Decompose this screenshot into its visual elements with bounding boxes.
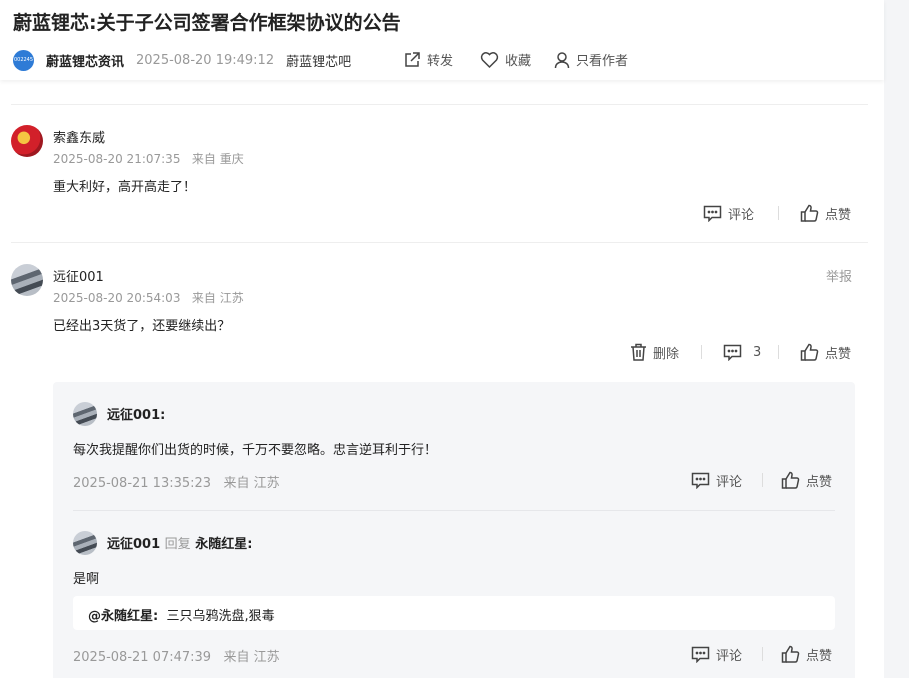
divider	[73, 510, 835, 511]
comment-location: 来自 江苏	[191, 291, 244, 305]
author-logo[interactable]: 002245	[13, 49, 34, 71]
comment-button[interactable]: 3	[723, 342, 761, 362]
author-only-label: 只看作者	[576, 54, 629, 69]
divider	[11, 104, 868, 105]
page-title: 蔚蓝锂芯:关于子公司签署合作框架协议的公告	[13, 12, 401, 34]
divider	[11, 242, 868, 243]
comment-label: 评论	[716, 648, 743, 664]
share-button[interactable]: 转发	[403, 50, 453, 69]
avatar[interactable]	[11, 125, 43, 157]
reply-meta: 2025-08-21 07:47:39 来自 江苏	[73, 646, 280, 665]
reply-content: 是啊	[73, 572, 100, 587]
page: 蔚蓝锂芯:关于子公司签署合作框架协议的公告 002245 蔚蓝锂芯资讯 2025…	[0, 0, 909, 678]
scrollbar-track[interactable]	[884, 0, 909, 678]
comment-icon	[691, 646, 710, 663]
like-label: 点赞	[806, 648, 833, 664]
logo-text: 002245	[13, 57, 34, 63]
like-label: 点赞	[825, 207, 852, 223]
comment-content: 已经出3天货了，还要继续出？	[53, 319, 231, 334]
comment-username[interactable]: 索鑫东威	[53, 127, 105, 146]
report-link[interactable]: 举报	[826, 266, 852, 285]
comment-icon	[691, 472, 710, 489]
delete-label: 删除	[653, 346, 680, 362]
comment-location: 来自 重庆	[191, 152, 244, 166]
comment-icon	[703, 205, 722, 222]
comment-time: 2025-08-20 21:07:35	[53, 152, 181, 166]
thumbs-up-icon	[781, 645, 800, 663]
reply-content: 每次我提醒你们出货的时候，千万不要忽略。忠言逆耳利于行！	[73, 443, 438, 458]
avatar[interactable]	[11, 264, 43, 296]
thumbs-up-icon	[800, 204, 819, 222]
reply-target-username[interactable]: 永随红星:	[195, 537, 252, 552]
comment-count: 3	[753, 344, 762, 360]
avatar[interactable]	[73, 531, 97, 555]
like-label: 点赞	[825, 346, 852, 362]
thumbs-up-icon	[781, 471, 800, 489]
comment-label: 评论	[716, 474, 743, 490]
comment-username[interactable]: 远征001	[53, 266, 104, 285]
bar-link[interactable]: 蔚蓝锂芯吧	[286, 51, 351, 70]
reply-meta: 2025-08-21 13:35:23 来自 江苏	[73, 472, 280, 491]
quoted-text: @永随红星: 三只乌鸦洗盘,狠毒	[88, 605, 275, 624]
separator	[701, 345, 702, 359]
comment-button[interactable]: 评论	[703, 203, 754, 223]
comment-icon	[723, 344, 742, 361]
reply-word: 回复	[164, 537, 191, 552]
author-only-button[interactable]: 只看作者	[554, 50, 628, 69]
favorite-button[interactable]: 收藏	[480, 50, 531, 69]
share-label: 转发	[427, 54, 454, 69]
reply-header: 远征001 回复 永随红星:	[107, 533, 252, 552]
delete-button[interactable]: 删除	[630, 342, 679, 362]
reply-username[interactable]: 远征001:	[107, 404, 165, 423]
separator	[762, 473, 763, 487]
separator	[778, 206, 779, 220]
thumbs-up-icon	[800, 343, 819, 361]
reply-location: 来自 江苏	[223, 476, 280, 491]
publish-datetime: 2025-08-20 19:49:12	[136, 52, 275, 68]
quoted-username[interactable]: @永随红星:	[88, 609, 158, 624]
separator	[762, 647, 763, 661]
trash-icon	[631, 343, 646, 361]
heart-icon	[480, 51, 499, 68]
like-button[interactable]: 点赞	[781, 470, 832, 490]
like-label: 点赞	[806, 474, 833, 490]
article-header: 蔚蓝锂芯:关于子公司签署合作框架协议的公告 002245 蔚蓝锂芯资讯 2025…	[0, 0, 884, 80]
reply-list	[53, 382, 855, 678]
like-button[interactable]: 点赞	[800, 342, 851, 362]
like-button[interactable]: 点赞	[781, 644, 832, 664]
author-name[interactable]: 蔚蓝锂芯资讯	[46, 51, 124, 70]
share-icon	[405, 51, 420, 67]
like-button[interactable]: 点赞	[800, 203, 851, 223]
reply-time: 2025-08-21 13:35:23	[73, 476, 212, 491]
favorite-label: 收藏	[505, 54, 532, 69]
avatar[interactable]	[73, 402, 97, 426]
comment-content: 重大利好，高开高走了！	[53, 180, 197, 195]
reply-time: 2025-08-21 07:47:39	[73, 650, 212, 665]
comment-time: 2025-08-20 20:54:03	[53, 291, 181, 305]
reply-location: 来自 江苏	[223, 650, 280, 665]
comment-label: 评论	[728, 207, 755, 223]
separator	[778, 345, 779, 359]
quoted-content: 三只乌鸦洗盘,狠毒	[166, 609, 275, 624]
reply-username[interactable]: 远征001	[107, 537, 160, 552]
comment-button[interactable]: 评论	[691, 644, 742, 664]
comment-meta: 2025-08-20 20:54:03 来自 江苏	[53, 289, 244, 306]
user-icon	[554, 51, 570, 68]
comment-button[interactable]: 评论	[691, 470, 742, 490]
article-meta: 002245 蔚蓝锂芯资讯 2025-08-20 19:49:12 蔚蓝锂芯吧	[13, 49, 351, 71]
comment-meta: 2025-08-20 21:07:35 来自 重庆	[53, 150, 244, 167]
